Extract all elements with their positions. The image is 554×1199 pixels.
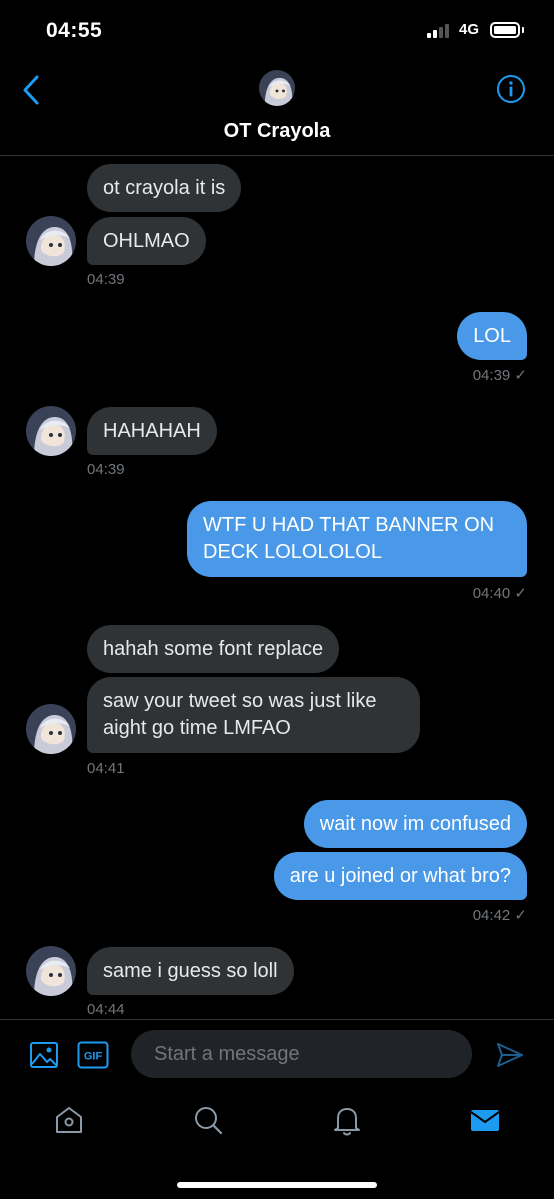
network-label: 4G bbox=[459, 21, 480, 38]
tab-notifications[interactable] bbox=[330, 1103, 364, 1137]
message-bubble-outgoing[interactable]: are u joined or what bro? bbox=[273, 852, 527, 900]
status-time: 04:55 bbox=[46, 19, 103, 42]
message-bubble-incoming[interactable]: same i guess so loll bbox=[87, 947, 294, 995]
battery-icon bbox=[490, 22, 520, 38]
info-button[interactable] bbox=[496, 74, 526, 104]
message-timestamp: 04:39 bbox=[87, 461, 125, 478]
message-timestamp: 04:41 bbox=[87, 760, 125, 777]
svg-text:GIF: GIF bbox=[84, 1051, 103, 1063]
message-timestamp: 04:40 ✓ bbox=[472, 585, 527, 602]
status-bar: 04:55 4G bbox=[0, 0, 554, 60]
home-icon bbox=[56, 1107, 82, 1133]
message-timestamp: 04:39 bbox=[87, 271, 125, 288]
conversation-header: OT Crayola bbox=[0, 60, 554, 156]
message-bubble-incoming[interactable]: saw your tweet so was just like aight go… bbox=[87, 677, 420, 753]
message-timestamp: 04:44 bbox=[87, 1001, 125, 1018]
avatar[interactable] bbox=[26, 946, 76, 996]
tab-search[interactable] bbox=[191, 1103, 225, 1137]
conversation-title: OT Crayola bbox=[223, 120, 331, 142]
avatar[interactable] bbox=[26, 406, 76, 456]
message-bubble-outgoing[interactable]: WTF U HAD THAT BANNER ON DECK LOLOLOLOL bbox=[187, 501, 527, 577]
bell-icon bbox=[334, 1108, 360, 1136]
mail-icon bbox=[470, 1110, 500, 1131]
avatar[interactable] bbox=[26, 704, 76, 754]
gif-icon: GIF bbox=[77, 1041, 109, 1069]
battery-tip bbox=[522, 27, 524, 33]
chevron-left-icon bbox=[23, 75, 39, 105]
message-timestamp: 04:42 ✓ bbox=[472, 907, 527, 924]
message-bubble-incoming[interactable]: ot crayola it is bbox=[87, 164, 242, 212]
avatar[interactable] bbox=[26, 216, 76, 266]
info-icon bbox=[497, 75, 525, 103]
search-icon bbox=[195, 1107, 223, 1135]
message-bubble-incoming[interactable]: OHLMAO bbox=[87, 217, 206, 265]
message-bubble-outgoing[interactable]: wait now im confused bbox=[303, 800, 527, 848]
message-input[interactable]: Start a message bbox=[131, 1030, 472, 1078]
message-timestamp: 04:39 ✓ bbox=[472, 367, 527, 384]
tab-messages[interactable] bbox=[468, 1103, 502, 1137]
send-button[interactable] bbox=[495, 1040, 525, 1070]
tab-home[interactable] bbox=[52, 1103, 86, 1137]
compose-bar: GIF Start a message bbox=[0, 1019, 554, 1091]
signal-icon bbox=[427, 24, 453, 38]
message-bubble-incoming[interactable]: hahah some font replace bbox=[87, 625, 340, 673]
media-button[interactable] bbox=[29, 1040, 59, 1070]
send-icon bbox=[497, 1043, 523, 1067]
image-icon bbox=[30, 1042, 58, 1068]
message-bubble-incoming[interactable]: HAHAHAH bbox=[87, 407, 217, 455]
message-bubble-outgoing[interactable]: LOL bbox=[457, 312, 527, 360]
avatar[interactable] bbox=[259, 70, 295, 106]
back-button[interactable] bbox=[18, 74, 46, 106]
home-indicator bbox=[177, 1182, 377, 1188]
gif-button[interactable]: GIF bbox=[77, 1041, 109, 1069]
